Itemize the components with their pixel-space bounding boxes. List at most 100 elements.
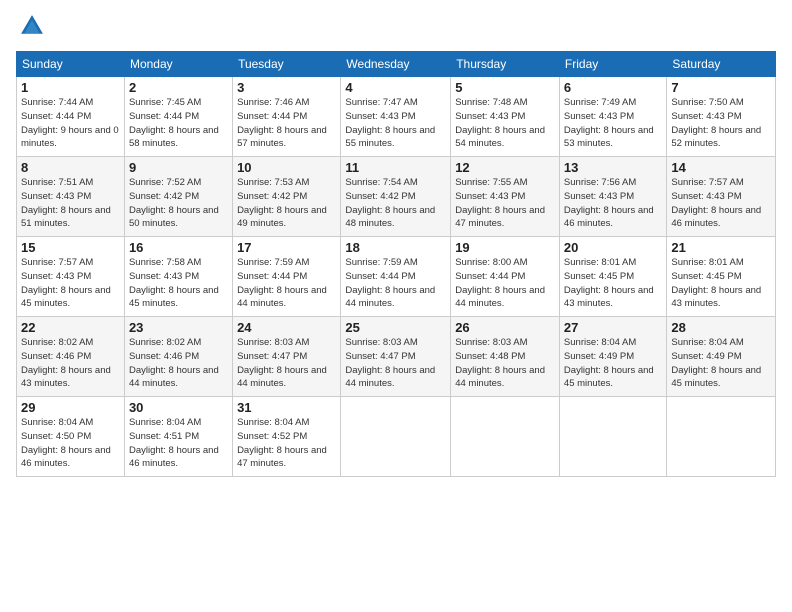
day-info: Sunrise: 8:04 AMSunset: 4:49 PMDaylight:… — [564, 337, 654, 389]
calendar-cell: 29 Sunrise: 8:04 AMSunset: 4:50 PMDaylig… — [17, 397, 125, 477]
day-number: 27 — [564, 320, 662, 335]
day-number: 18 — [345, 240, 446, 255]
day-info: Sunrise: 8:00 AMSunset: 4:44 PMDaylight:… — [455, 257, 545, 309]
day-number: 29 — [21, 400, 120, 415]
day-number: 30 — [129, 400, 228, 415]
calendar-cell: 30 Sunrise: 8:04 AMSunset: 4:51 PMDaylig… — [124, 397, 232, 477]
calendar-cell: 13 Sunrise: 7:56 AMSunset: 4:43 PMDaylig… — [559, 157, 666, 237]
calendar-cell: 2 Sunrise: 7:45 AMSunset: 4:44 PMDayligh… — [124, 77, 232, 157]
calendar-cell: 20 Sunrise: 8:01 AMSunset: 4:45 PMDaylig… — [559, 237, 666, 317]
calendar-cell — [559, 397, 666, 477]
logo-icon — [18, 12, 46, 40]
day-number: 17 — [237, 240, 336, 255]
calendar-cell: 27 Sunrise: 8:04 AMSunset: 4:49 PMDaylig… — [559, 317, 666, 397]
calendar-cell: 12 Sunrise: 7:55 AMSunset: 4:43 PMDaylig… — [451, 157, 560, 237]
calendar-cell — [667, 397, 776, 477]
calendar-cell: 19 Sunrise: 8:00 AMSunset: 4:44 PMDaylig… — [451, 237, 560, 317]
day-number: 7 — [671, 80, 771, 95]
day-number: 16 — [129, 240, 228, 255]
day-number: 28 — [671, 320, 771, 335]
day-number: 6 — [564, 80, 662, 95]
day-info: Sunrise: 8:04 AMSunset: 4:52 PMDaylight:… — [237, 417, 327, 469]
calendar-cell: 1 Sunrise: 7:44 AMSunset: 4:44 PMDayligh… — [17, 77, 125, 157]
day-info: Sunrise: 8:04 AMSunset: 4:50 PMDaylight:… — [21, 417, 111, 469]
calendar-cell: 3 Sunrise: 7:46 AMSunset: 4:44 PMDayligh… — [233, 77, 341, 157]
day-info: Sunrise: 7:55 AMSunset: 4:43 PMDaylight:… — [455, 177, 545, 229]
day-number: 3 — [237, 80, 336, 95]
calendar-cell: 31 Sunrise: 8:04 AMSunset: 4:52 PMDaylig… — [233, 397, 341, 477]
day-number: 5 — [455, 80, 555, 95]
calendar-cell: 25 Sunrise: 8:03 AMSunset: 4:47 PMDaylig… — [341, 317, 451, 397]
calendar-cell: 11 Sunrise: 7:54 AMSunset: 4:42 PMDaylig… — [341, 157, 451, 237]
page-container: SundayMondayTuesdayWednesdayThursdayFrid… — [0, 0, 792, 485]
day-info: Sunrise: 7:53 AMSunset: 4:42 PMDaylight:… — [237, 177, 327, 229]
day-info: Sunrise: 7:57 AMSunset: 4:43 PMDaylight:… — [671, 177, 761, 229]
day-number: 23 — [129, 320, 228, 335]
calendar-cell: 28 Sunrise: 8:04 AMSunset: 4:49 PMDaylig… — [667, 317, 776, 397]
calendar-cell: 22 Sunrise: 8:02 AMSunset: 4:46 PMDaylig… — [17, 317, 125, 397]
day-number: 24 — [237, 320, 336, 335]
day-number: 20 — [564, 240, 662, 255]
calendar-cell — [451, 397, 560, 477]
day-info: Sunrise: 7:54 AMSunset: 4:42 PMDaylight:… — [345, 177, 435, 229]
calendar-week-row: 1 Sunrise: 7:44 AMSunset: 4:44 PMDayligh… — [17, 77, 776, 157]
day-info: Sunrise: 7:59 AMSunset: 4:44 PMDaylight:… — [345, 257, 435, 309]
day-info: Sunrise: 7:48 AMSunset: 4:43 PMDaylight:… — [455, 97, 545, 149]
calendar-cell: 9 Sunrise: 7:52 AMSunset: 4:42 PMDayligh… — [124, 157, 232, 237]
weekday-header-saturday: Saturday — [667, 52, 776, 77]
day-info: Sunrise: 7:46 AMSunset: 4:44 PMDaylight:… — [237, 97, 327, 149]
calendar-cell: 7 Sunrise: 7:50 AMSunset: 4:43 PMDayligh… — [667, 77, 776, 157]
calendar-cell: 17 Sunrise: 7:59 AMSunset: 4:44 PMDaylig… — [233, 237, 341, 317]
day-number: 4 — [345, 80, 446, 95]
calendar-cell: 26 Sunrise: 8:03 AMSunset: 4:48 PMDaylig… — [451, 317, 560, 397]
day-number: 1 — [21, 80, 120, 95]
day-info: Sunrise: 7:56 AMSunset: 4:43 PMDaylight:… — [564, 177, 654, 229]
logo — [16, 12, 46, 45]
calendar-week-row: 8 Sunrise: 7:51 AMSunset: 4:43 PMDayligh… — [17, 157, 776, 237]
weekday-header-thursday: Thursday — [451, 52, 560, 77]
day-number: 9 — [129, 160, 228, 175]
day-info: Sunrise: 7:59 AMSunset: 4:44 PMDaylight:… — [237, 257, 327, 309]
day-number: 21 — [671, 240, 771, 255]
weekday-header-monday: Monday — [124, 52, 232, 77]
calendar-cell: 8 Sunrise: 7:51 AMSunset: 4:43 PMDayligh… — [17, 157, 125, 237]
day-number: 25 — [345, 320, 446, 335]
day-info: Sunrise: 7:49 AMSunset: 4:43 PMDaylight:… — [564, 97, 654, 149]
calendar-cell: 10 Sunrise: 7:53 AMSunset: 4:42 PMDaylig… — [233, 157, 341, 237]
calendar-cell: 15 Sunrise: 7:57 AMSunset: 4:43 PMDaylig… — [17, 237, 125, 317]
calendar-cell: 6 Sunrise: 7:49 AMSunset: 4:43 PMDayligh… — [559, 77, 666, 157]
day-info: Sunrise: 7:47 AMSunset: 4:43 PMDaylight:… — [345, 97, 435, 149]
day-number: 26 — [455, 320, 555, 335]
day-info: Sunrise: 8:02 AMSunset: 4:46 PMDaylight:… — [129, 337, 219, 389]
calendar-cell: 23 Sunrise: 8:02 AMSunset: 4:46 PMDaylig… — [124, 317, 232, 397]
day-info: Sunrise: 7:52 AMSunset: 4:42 PMDaylight:… — [129, 177, 219, 229]
calendar-cell: 18 Sunrise: 7:59 AMSunset: 4:44 PMDaylig… — [341, 237, 451, 317]
day-number: 12 — [455, 160, 555, 175]
day-info: Sunrise: 8:01 AMSunset: 4:45 PMDaylight:… — [564, 257, 654, 309]
day-info: Sunrise: 8:04 AMSunset: 4:49 PMDaylight:… — [671, 337, 761, 389]
day-info: Sunrise: 7:57 AMSunset: 4:43 PMDaylight:… — [21, 257, 111, 309]
day-info: Sunrise: 8:04 AMSunset: 4:51 PMDaylight:… — [129, 417, 219, 469]
day-number: 31 — [237, 400, 336, 415]
day-info: Sunrise: 8:03 AMSunset: 4:47 PMDaylight:… — [237, 337, 327, 389]
day-number: 2 — [129, 80, 228, 95]
calendar-week-row: 29 Sunrise: 8:04 AMSunset: 4:50 PMDaylig… — [17, 397, 776, 477]
weekday-header-friday: Friday — [559, 52, 666, 77]
day-number: 15 — [21, 240, 120, 255]
calendar-table: SundayMondayTuesdayWednesdayThursdayFrid… — [16, 51, 776, 477]
day-info: Sunrise: 7:51 AMSunset: 4:43 PMDaylight:… — [21, 177, 111, 229]
day-number: 19 — [455, 240, 555, 255]
day-info: Sunrise: 7:50 AMSunset: 4:43 PMDaylight:… — [671, 97, 761, 149]
day-number: 14 — [671, 160, 771, 175]
calendar-week-row: 15 Sunrise: 7:57 AMSunset: 4:43 PMDaylig… — [17, 237, 776, 317]
day-info: Sunrise: 7:45 AMSunset: 4:44 PMDaylight:… — [129, 97, 219, 149]
day-info: Sunrise: 7:44 AMSunset: 4:44 PMDaylight:… — [21, 97, 119, 149]
calendar-cell: 14 Sunrise: 7:57 AMSunset: 4:43 PMDaylig… — [667, 157, 776, 237]
calendar-cell — [341, 397, 451, 477]
weekday-header-tuesday: Tuesday — [233, 52, 341, 77]
calendar-body: 1 Sunrise: 7:44 AMSunset: 4:44 PMDayligh… — [17, 77, 776, 477]
calendar-cell: 21 Sunrise: 8:01 AMSunset: 4:45 PMDaylig… — [667, 237, 776, 317]
day-info: Sunrise: 8:03 AMSunset: 4:47 PMDaylight:… — [345, 337, 435, 389]
day-info: Sunrise: 8:02 AMSunset: 4:46 PMDaylight:… — [21, 337, 111, 389]
day-number: 11 — [345, 160, 446, 175]
